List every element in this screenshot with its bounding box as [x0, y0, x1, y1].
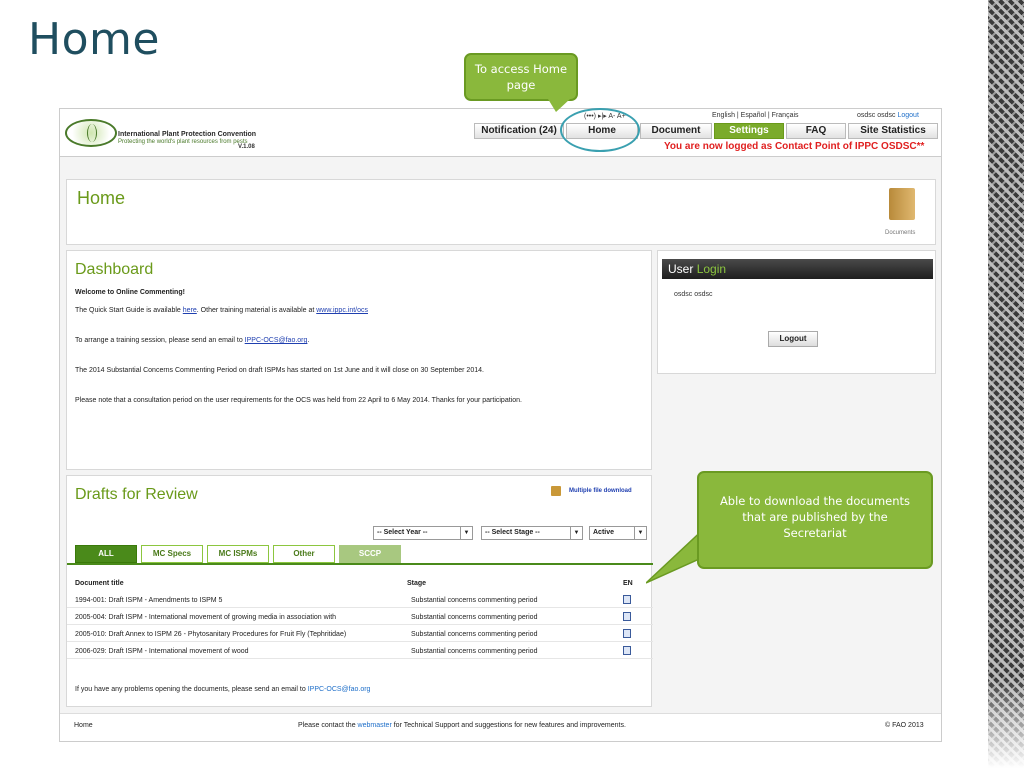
footer-contact-text: Please contact the webmaster for Technic…: [298, 722, 626, 729]
nav-settings[interactable]: Settings: [714, 123, 784, 139]
tab-all[interactable]: ALL: [75, 545, 137, 563]
table-row: 1994-001: Draft ISPM - Amendments to ISP…: [67, 592, 653, 608]
callout-home: To access Home page: [464, 53, 578, 101]
doc-stage: Substantial concerns commenting period: [411, 648, 538, 655]
quick-start-link[interactable]: here: [183, 307, 197, 314]
documents-label[interactable]: Documents: [885, 230, 915, 236]
logged-in-notice: You are now logged as Contact Point of I…: [664, 141, 925, 152]
doc-title[interactable]: 2005-004: Draft ISPM - International mov…: [75, 614, 336, 621]
multiple-download-link[interactable]: Multiple file download: [569, 488, 632, 494]
quick-start-text: The Quick Start Guide is available here.…: [75, 307, 368, 314]
user-name: osdsc osdsc: [674, 291, 713, 298]
tab-underline: [67, 563, 653, 565]
problems-email-link[interactable]: IPPC-OCS@fao.org: [308, 686, 371, 693]
doc-title[interactable]: 1994-001: Draft ISPM - Amendments to ISP…: [75, 597, 222, 604]
document-download-icon[interactable]: [623, 612, 631, 621]
nav-document[interactable]: Document: [640, 123, 712, 139]
doc-title[interactable]: 2005-010: Draft Annex to ISPM 26 - Phyto…: [75, 631, 346, 638]
document-download-icon[interactable]: [623, 646, 631, 655]
dashboard-panel: Dashboard Welcome to Online Commenting! …: [66, 250, 652, 470]
nav-site-statistics[interactable]: Site Statistics: [848, 123, 938, 139]
footer: Home Please contact the webmaster for Te…: [60, 713, 941, 741]
doc-stage: Substantial concerns commenting period: [411, 597, 538, 604]
doc-stage: Substantial concerns commenting period: [411, 614, 538, 621]
status-select[interactable]: Active ▼: [589, 526, 647, 540]
slide-title: Home: [28, 14, 160, 65]
chevron-down-icon: ▼: [634, 527, 646, 539]
table-row: 2006-029: Draft ISPM - International mov…: [67, 643, 653, 659]
footer-home-link[interactable]: Home: [74, 722, 93, 729]
user-name-top: osdsc osdsc: [857, 112, 896, 119]
logout-button[interactable]: Logout: [768, 331, 818, 347]
ocs-training-link[interactable]: www.ippc.int/ocs: [316, 307, 368, 314]
stage-select[interactable]: -- Select Stage -- ▼: [481, 526, 583, 540]
table-row: 2005-010: Draft Annex to ISPM 26 - Phyto…: [67, 626, 653, 642]
ippc-screenshot: International Plant Protection Conventio…: [59, 108, 942, 742]
doc-stage: Substantial concerns commenting period: [411, 631, 538, 638]
logout-link[interactable]: Logout: [897, 112, 918, 119]
home-highlight-circle: [560, 108, 640, 152]
webmaster-link[interactable]: webmaster: [358, 722, 392, 729]
user-login-panel: User Login osdsc osdsc Logout: [657, 250, 936, 374]
home-heading: Home: [77, 188, 126, 208]
year-select[interactable]: -- Select Year -- ▼: [373, 526, 473, 540]
language-switcher[interactable]: English | Español | Français: [712, 112, 799, 119]
consultation-text: Please note that a consultation period o…: [75, 397, 522, 404]
chevron-down-icon: ▼: [570, 527, 582, 539]
email-link[interactable]: IPPC-OCS@fao.org: [245, 337, 308, 344]
user-login-header: User Login: [662, 259, 933, 279]
version-label: V.1.08: [238, 144, 255, 150]
tab-mc-specs[interactable]: MC Specs: [141, 545, 203, 563]
problems-text: If you have any problems opening the doc…: [75, 686, 371, 693]
doc-title[interactable]: 2006-029: Draft ISPM - International mov…: [75, 648, 249, 655]
chevron-down-icon: ▼: [460, 527, 472, 539]
col-document-title: Document title: [75, 580, 124, 587]
callout-download: Able to download the documents that are …: [697, 471, 933, 569]
drafts-panel: Drafts for Review Multiple file download…: [66, 475, 653, 707]
training-session-text: To arrange a training session, please se…: [75, 337, 310, 344]
copyright: © FAO 2013: [885, 722, 924, 729]
commenting-period-text: The 2014 Substantial Concerns Commenting…: [75, 367, 484, 374]
nav-notification[interactable]: Notification (24): [474, 123, 564, 139]
col-stage: Stage: [407, 580, 427, 587]
tab-other[interactable]: Other: [273, 545, 335, 563]
dashboard-heading: Dashboard: [75, 261, 154, 278]
decorative-side-strip: [988, 0, 1024, 768]
home-panel: Home Documents: [66, 179, 936, 245]
tab-sccp[interactable]: SCCP: [339, 545, 401, 563]
user-status: osdsc osdsc Logout: [857, 112, 919, 119]
document-download-icon[interactable]: [623, 595, 631, 604]
org-tagline: Protecting the world's plant resources f…: [118, 139, 248, 145]
documents-folder-icon[interactable]: [889, 188, 915, 220]
welcome-text: Welcome to Online Commenting!: [75, 289, 185, 296]
tab-mc-ispms[interactable]: MC ISPMs: [207, 545, 269, 563]
download-box-icon[interactable]: [551, 486, 561, 496]
top-bar: International Plant Protection Conventio…: [60, 109, 941, 157]
nav-faq[interactable]: FAQ: [786, 123, 846, 139]
org-name: International Plant Protection Conventio…: [118, 131, 257, 138]
document-download-icon[interactable]: [623, 629, 631, 638]
table-row: 2005-004: Draft ISPM - International mov…: [67, 609, 653, 625]
ippc-logo-icon[interactable]: [65, 119, 117, 147]
callout-pointer: [548, 99, 570, 112]
drafts-heading: Drafts for Review: [75, 486, 198, 503]
col-lang-en: EN: [623, 580, 633, 587]
